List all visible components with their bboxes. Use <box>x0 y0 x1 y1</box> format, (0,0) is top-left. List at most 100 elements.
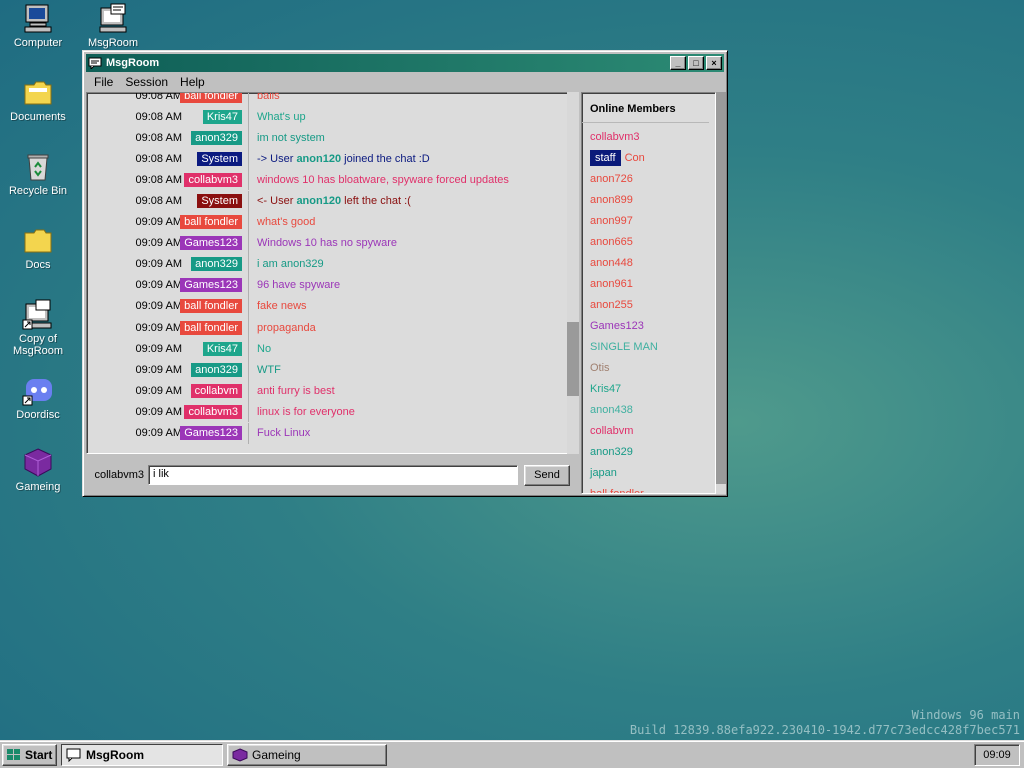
desktop-icon-computer[interactable]: Computer <box>0 2 76 49</box>
message-author-badge[interactable]: Games123 <box>180 236 242 251</box>
member-item[interactable]: anon255 <box>590 295 715 316</box>
member-name: anon438 <box>590 404 633 416</box>
member-name: anon726 <box>590 173 633 185</box>
window-title: MsgRoom <box>106 57 160 69</box>
message-author-badge[interactable]: ball fondler <box>180 215 242 230</box>
close-button[interactable]: × <box>706 56 722 70</box>
chat-message: 09:09 AM anon329 i am anon329 <box>87 253 573 275</box>
chat-message: 09:09 AM ball fondler propaganda <box>87 317 573 339</box>
message-author-badge[interactable]: ball fondler <box>180 320 242 335</box>
member-item[interactable]: SINGLE MAN <box>590 337 715 358</box>
member-item[interactable]: Kris47 <box>590 379 715 400</box>
chat-message: 09:08 AM System -> User anon120 joined the… <box>87 148 573 170</box>
menu-file[interactable]: File <box>88 75 119 89</box>
message-author-badge[interactable]: ball fondler <box>180 299 242 314</box>
member-item[interactable]: collabvm3 <box>590 127 715 148</box>
chat-log[interactable]: 09:08 AM ball fondler balls 09:08 AM Kris47 W… <box>86 92 579 454</box>
desktop-icon-recycle-bin[interactable]: Recycle Bin <box>0 150 76 197</box>
member-item[interactable]: collabvm <box>590 421 715 442</box>
message-text: fake news <box>257 300 307 313</box>
message-time: 09:08 AM <box>135 173 182 186</box>
msgroom-window[interactable]: MsgRoom _ □ × File Session Help 09:08 AM… <box>82 50 728 497</box>
chat-message: 09:08 AM Kris47 What's up <box>87 106 573 128</box>
member-name: Games123 <box>590 320 644 332</box>
chat-message: 09:09 AM Games123 Windows 10 has no spywar… <box>87 232 573 254</box>
maximize-button[interactable]: □ <box>688 56 704 70</box>
message-author-badge[interactable]: anon329 <box>191 130 242 145</box>
member-item[interactable]: Games123 <box>590 316 715 337</box>
member-name: anon329 <box>590 446 633 458</box>
chat-scrollbar[interactable] <box>567 92 579 454</box>
menu-session[interactable]: Session <box>119 75 174 89</box>
desktop-icon-label: Documents <box>10 111 66 123</box>
send-button[interactable]: Send <box>524 464 570 486</box>
chat-message: 09:08 AM System <- User anon120 left the c… <box>87 190 573 212</box>
message-time: 09:08 AM <box>135 110 182 123</box>
message-author-badge[interactable]: System <box>197 194 242 209</box>
task-button-msgroom[interactable]: MsgRoom <box>61 743 223 766</box>
message-author-badge[interactable]: anon329 <box>191 257 242 272</box>
member-item[interactable]: anon448 <box>590 253 715 274</box>
message-time: 09:09 AM <box>135 237 182 250</box>
member-name: collabvm <box>590 425 634 437</box>
member-item[interactable]: anon899 <box>590 190 715 211</box>
start-button[interactable]: Start <box>2 743 57 766</box>
members-scrollbar-thumb[interactable] <box>716 92 726 484</box>
taskbar-clock: 09:09 <box>974 743 1020 766</box>
message-author-badge[interactable]: collabvm3 <box>184 172 242 187</box>
desktop-icon-documents[interactable]: Documents <box>0 76 76 123</box>
member-name: anon448 <box>590 257 633 269</box>
message-author-badge[interactable]: collabvm <box>190 383 242 398</box>
chat-message: 09:08 AM anon329 im not system <box>87 127 573 149</box>
desktop-icon-label: Gameing <box>15 481 61 493</box>
taskbar: Start MsgRoom Gameing 09:09 <box>0 740 1024 768</box>
member-item[interactable]: anon329 <box>590 442 715 463</box>
members-scrollbar[interactable] <box>716 92 726 494</box>
member-item[interactable]: anon726 <box>590 169 715 190</box>
member-name: Kris47 <box>590 383 622 395</box>
task-button-gameing[interactable]: Gameing <box>227 743 387 766</box>
desktop-icon-gameing[interactable]: Gameing <box>0 446 76 493</box>
message-time: 09:09 AM <box>135 427 182 440</box>
message-author-badge[interactable]: collabvm3 <box>184 404 242 419</box>
member-item[interactable]: ball fondler <box>590 484 715 493</box>
menu-help[interactable]: Help <box>174 75 211 89</box>
member-item[interactable]: anon997 <box>590 211 715 232</box>
current-username: collabvm3 <box>94 469 144 481</box>
message-text: what's good <box>257 216 316 229</box>
msgroom-icon <box>66 748 82 762</box>
start-logo-icon <box>6 748 22 762</box>
window-titlebar[interactable]: MsgRoom _ □ × <box>86 54 724 72</box>
message-author-badge[interactable]: Kris47 <box>202 109 242 124</box>
message-input[interactable]: i lik <box>148 465 518 485</box>
member-item[interactable]: anon665 <box>590 232 715 253</box>
message-author-badge[interactable]: System <box>197 151 242 166</box>
message-time: 09:08 AM <box>135 131 182 144</box>
message-time: 09:08 AM <box>135 195 182 208</box>
desktop-icon-doordisc[interactable]: Doordisc <box>0 374 76 421</box>
menu-bar: File Session Help <box>86 72 724 92</box>
members-heading: Online Members <box>582 93 709 123</box>
chat-scrollbar-thumb[interactable] <box>567 322 579 396</box>
member-item[interactable]: Otis <box>590 358 715 379</box>
member-item[interactable]: staff Con <box>590 148 715 169</box>
message-author-badge[interactable]: Games123 <box>180 426 242 441</box>
member-item[interactable]: japan <box>590 463 715 484</box>
message-text: No <box>257 342 272 355</box>
desktop-icon-docs[interactable]: Docs <box>0 224 76 271</box>
member-item[interactable]: anon438 <box>590 400 715 421</box>
member-name: anon899 <box>590 194 633 206</box>
desktop-icon-msgroom[interactable]: MsgRoom <box>75 2 151 49</box>
member-item[interactable]: anon961 <box>590 274 715 295</box>
message-author-badge[interactable]: Games123 <box>180 278 242 293</box>
minimize-button[interactable]: _ <box>670 56 686 70</box>
task-label: MsgRoom <box>86 747 144 762</box>
desktop-icon-label: Copy of MsgRoom <box>12 333 64 357</box>
message-author-badge[interactable]: ball fondler <box>180 93 242 103</box>
message-author-badge[interactable]: anon329 <box>191 362 242 377</box>
message-time: 09:09 AM <box>135 384 182 397</box>
desktop-icon-copy-of-msgroom[interactable]: Copy of MsgRoom <box>0 298 76 357</box>
message-author-badge[interactable]: Kris47 <box>202 341 242 356</box>
message-text: What's up <box>257 110 306 123</box>
message-text: propaganda <box>257 321 316 334</box>
